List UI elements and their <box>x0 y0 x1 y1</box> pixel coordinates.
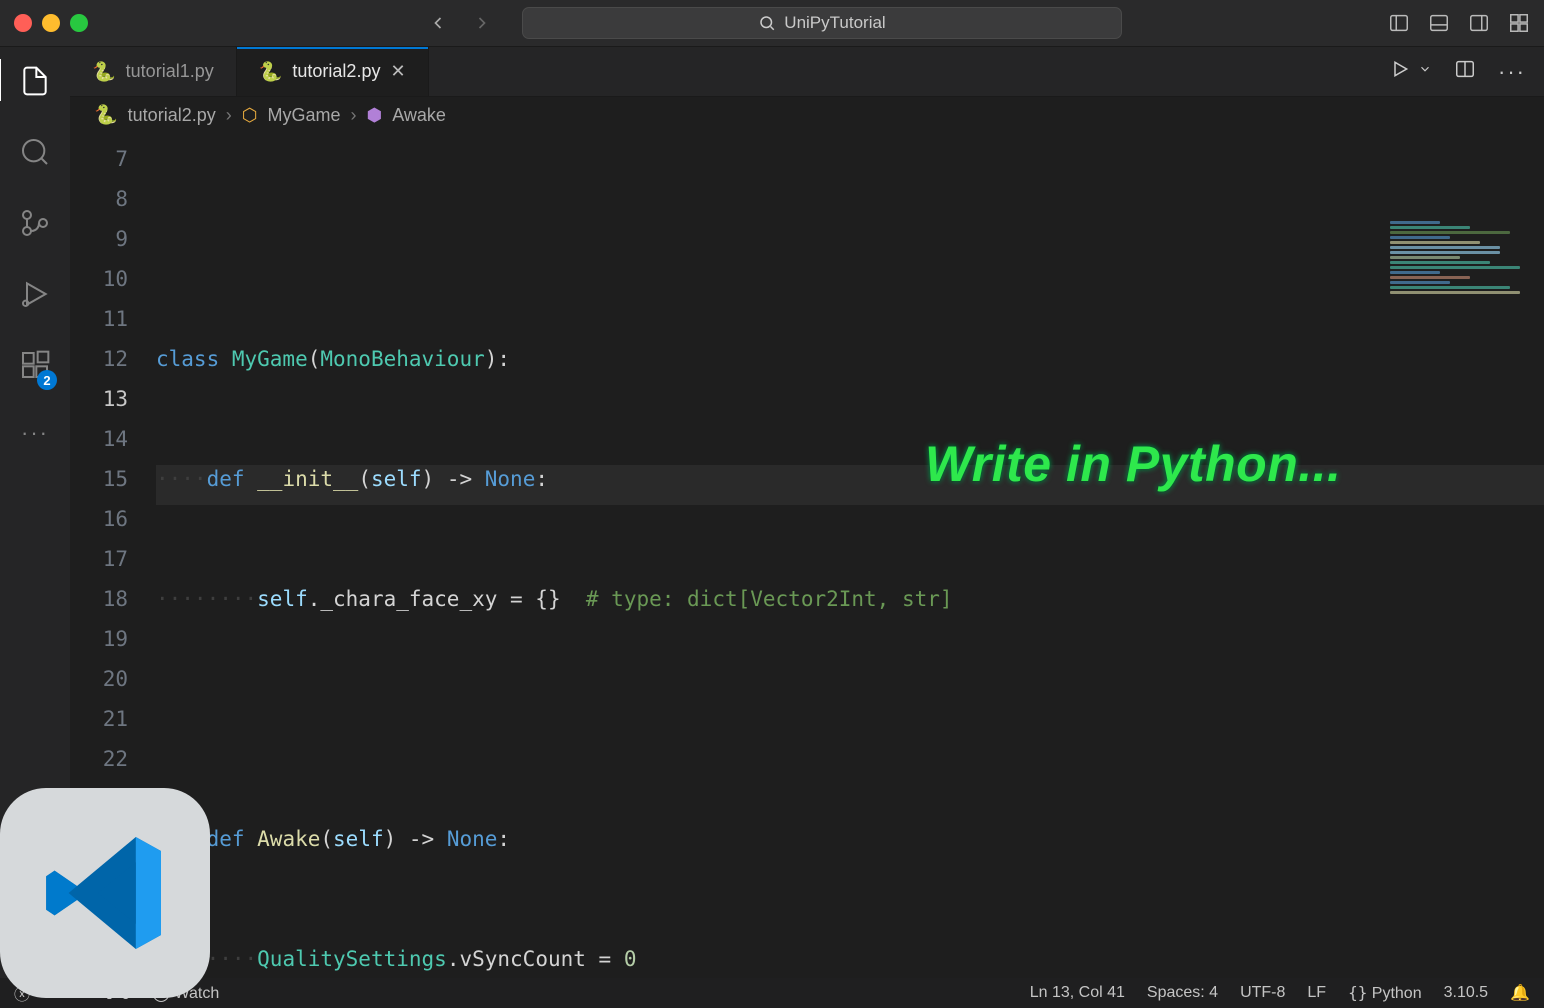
vscode-app-icon <box>0 788 210 998</box>
run-file-icon[interactable] <box>1390 59 1410 84</box>
nav-forward-button[interactable] <box>472 13 492 33</box>
breadcrumb-method[interactable]: Awake <box>392 105 446 126</box>
close-tab-icon[interactable]: ✕ <box>390 61 405 82</box>
python-version[interactable]: 3.10.5 <box>1444 984 1488 1002</box>
extensions-badge: 2 <box>37 370 57 390</box>
main-area: 2 ··· 🐍 tutorial1.py 🐍 tutorial2.py ✕ <box>0 47 1544 978</box>
status-bar: ⓧ0 ⚠0 ᯤ 0 ◯ Watch Ln 13, Col 41 Spaces: … <box>0 978 1544 1008</box>
source-control-icon[interactable] <box>19 207 51 244</box>
cursor-position[interactable]: Ln 13, Col 41 <box>1030 984 1125 1002</box>
extensions-icon[interactable]: 2 <box>19 349 51 386</box>
more-activity-icon[interactable]: ··· <box>21 420 49 446</box>
maximize-window-button[interactable] <box>70 14 88 32</box>
python-file-icon: 🐍 <box>259 60 283 84</box>
editor-area: 🐍 tutorial1.py 🐍 tutorial2.py ✕ ··· 🐍 tu… <box>70 47 1544 978</box>
command-center[interactable]: UniPyTutorial <box>522 7 1122 39</box>
class-icon: ⬡ <box>242 105 258 126</box>
editor-actions: ··· <box>1372 47 1544 96</box>
tab-tutorial1[interactable]: 🐍 tutorial1.py <box>70 47 237 96</box>
customize-layout-icon[interactable] <box>1508 12 1530 34</box>
code-body[interactable]: class MyGame(MonoBehaviour): ····def __i… <box>156 133 1544 978</box>
layout-controls <box>1388 12 1530 34</box>
title-bar: UniPyTutorial <box>0 0 1544 47</box>
window-controls <box>14 14 88 32</box>
toggle-panel-icon[interactable] <box>1428 12 1450 34</box>
search-icon <box>758 14 776 32</box>
code-editor[interactable]: 789 101112 131415 161718 192021 222324 2… <box>70 133 1544 978</box>
eol-status[interactable]: LF <box>1307 984 1326 1002</box>
python-file-icon: 🐍 <box>92 60 116 84</box>
run-debug-icon[interactable] <box>19 278 51 315</box>
chevron-right-icon: › <box>226 105 232 126</box>
overlay-caption: Write in Python... <box>925 435 1341 493</box>
notifications-icon[interactable]: 🔔 <box>1510 983 1530 1003</box>
split-editor-icon[interactable] <box>1454 58 1476 85</box>
encoding-status[interactable]: UTF-8 <box>1240 984 1285 1002</box>
command-center-title: UniPyTutorial <box>784 13 885 33</box>
search-activity-icon[interactable] <box>19 136 51 173</box>
language-mode[interactable]: {} Python <box>1348 983 1422 1003</box>
tab-tutorial2[interactable]: 🐍 tutorial2.py ✕ <box>237 47 429 96</box>
breadcrumb-file[interactable]: tutorial2.py <box>128 105 216 126</box>
python-file-icon: 🐍 <box>94 103 118 127</box>
close-window-button[interactable] <box>14 14 32 32</box>
toggle-secondary-sidebar-icon[interactable] <box>1468 12 1490 34</box>
explorer-icon[interactable] <box>19 65 51 102</box>
run-dropdown-icon[interactable] <box>1418 62 1432 81</box>
nav-arrows <box>428 13 492 33</box>
tab-label: tutorial1.py <box>126 61 214 82</box>
tab-label: tutorial2.py <box>292 61 380 82</box>
nav-back-button[interactable] <box>428 13 448 33</box>
editor-tabs: 🐍 tutorial1.py 🐍 tutorial2.py ✕ ··· <box>70 47 1544 97</box>
chevron-right-icon: › <box>350 105 356 126</box>
more-editor-actions-icon[interactable]: ··· <box>1498 59 1526 85</box>
breadcrumb-class[interactable]: MyGame <box>267 105 340 126</box>
indentation-status[interactable]: Spaces: 4 <box>1147 984 1218 1002</box>
method-icon: ⬢ <box>366 105 382 126</box>
toggle-primary-sidebar-icon[interactable] <box>1388 12 1410 34</box>
minimize-window-button[interactable] <box>42 14 60 32</box>
breadcrumbs[interactable]: 🐍 tutorial2.py › ⬡ MyGame › ⬢ Awake <box>70 97 1544 133</box>
